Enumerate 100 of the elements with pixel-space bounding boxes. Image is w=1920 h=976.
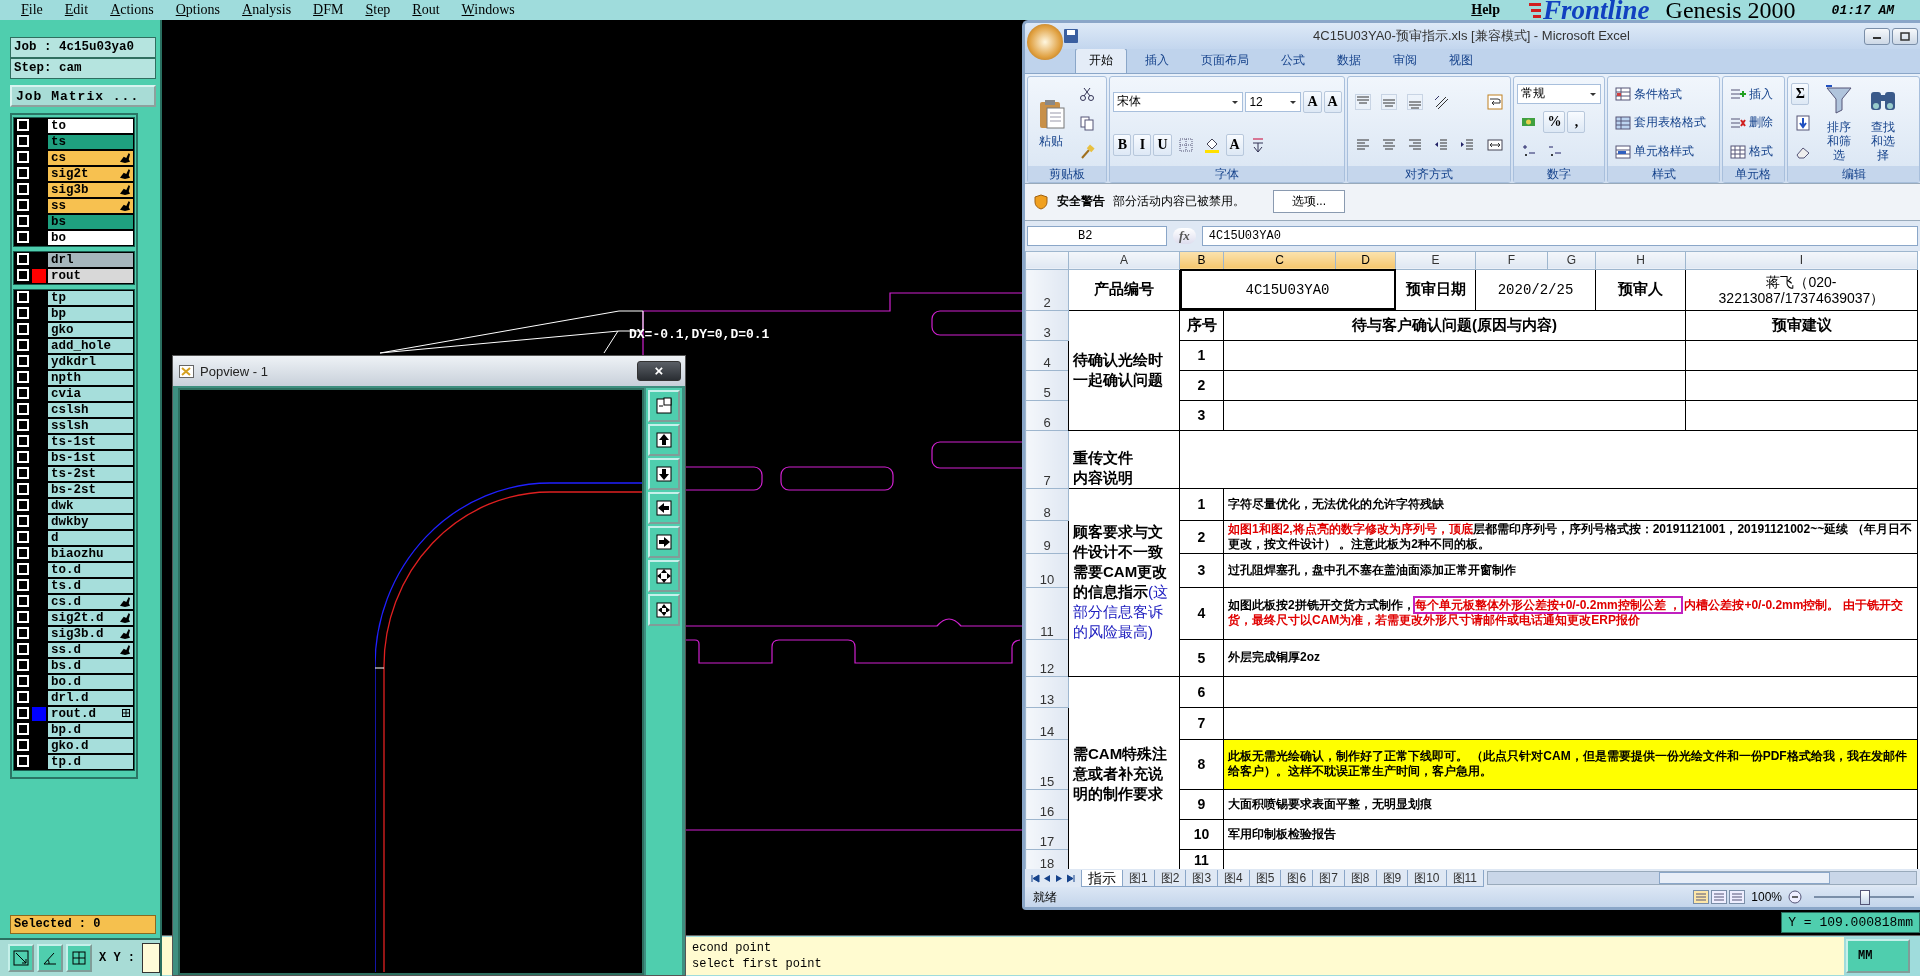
ribbon-button[interactable]: A xyxy=(1303,90,1322,113)
layer-name[interactable]: bo.d xyxy=(47,674,134,690)
row-header[interactable]: 15 xyxy=(1025,739,1069,790)
sheet-tab[interactable]: 图11 xyxy=(1445,869,1484,887)
ribbon-button[interactable]: 单元格样式 xyxy=(1611,140,1699,164)
layer-name[interactable]: cslsh xyxy=(47,402,134,418)
menu-item[interactable]: Windows xyxy=(460,2,516,18)
view-tool-button[interactable] xyxy=(648,390,680,422)
row-header[interactable]: 6 xyxy=(1025,400,1069,431)
page-break-icon[interactable] xyxy=(1729,890,1746,905)
ribbon-button[interactable]: A xyxy=(1323,90,1342,113)
layer-checkbox[interactable] xyxy=(17,627,29,639)
view-tool-button[interactable] xyxy=(648,424,680,456)
ribbon-tab[interactable]: 开始 xyxy=(1075,48,1127,73)
layer-name[interactable]: d xyxy=(47,530,134,546)
sheet-tab[interactable]: 图4 xyxy=(1217,869,1250,887)
ribbon-button[interactable]: , xyxy=(1567,111,1586,133)
layer-checkbox[interactable] xyxy=(17,451,29,463)
ribbon-button[interactable]: Σ xyxy=(1791,83,1810,106)
layer-name[interactable]: cs.d xyxy=(47,594,134,610)
layer-checkbox[interactable] xyxy=(17,499,29,511)
layer-checkbox[interactable] xyxy=(17,579,29,591)
layer-name[interactable]: to.d xyxy=(47,562,134,578)
ribbon-tab[interactable]: 页面布局 xyxy=(1187,48,1263,73)
sheet-tab[interactable]: 指示 xyxy=(1081,869,1123,887)
row-header[interactable]: 14 xyxy=(1025,707,1069,740)
row-header[interactable]: 17 xyxy=(1025,819,1069,850)
layer-name[interactable]: ts xyxy=(47,134,134,150)
layer-checkbox[interactable] xyxy=(17,387,29,399)
last-sheet-icon[interactable] xyxy=(1067,873,1076,883)
layer-checkbox[interactable] xyxy=(17,151,29,163)
dropdown-field[interactable]: 宋体 xyxy=(1113,91,1244,112)
layer-name[interactable]: cvia xyxy=(47,386,134,402)
units-button[interactable]: MM xyxy=(1846,939,1910,973)
column-header[interactable]: G xyxy=(1547,251,1596,270)
layer-checkbox[interactable] xyxy=(17,291,29,303)
layer-name[interactable]: drl xyxy=(47,252,134,268)
layer-name[interactable]: bs xyxy=(47,214,134,230)
row-header[interactable]: 10 xyxy=(1025,553,1069,588)
job-matrix-button[interactable]: Job Matrix ... xyxy=(10,85,156,107)
slider-thumb[interactable] xyxy=(1860,889,1870,905)
layer-checkbox[interactable] xyxy=(17,231,29,243)
layer-checkbox[interactable] xyxy=(17,691,29,703)
row-header[interactable]: 7 xyxy=(1025,430,1069,489)
menu-item[interactable]: Options xyxy=(174,2,222,18)
ribbon-tab[interactable]: 数据 xyxy=(1323,48,1375,73)
row-header[interactable]: 13 xyxy=(1025,676,1069,708)
menu-item[interactable]: DFM xyxy=(312,2,345,18)
ribbon-button[interactable]: 条件格式 xyxy=(1611,82,1687,106)
layer-name[interactable]: bs-1st xyxy=(47,450,134,466)
ribbon-tab[interactable]: 视图 xyxy=(1435,48,1487,73)
menu-item[interactable]: Step xyxy=(364,2,392,18)
layer-checkbox[interactable] xyxy=(17,119,29,131)
layer-name[interactable]: tp.d xyxy=(47,754,134,770)
row-header[interactable]: 3 xyxy=(1025,310,1069,341)
layer-name[interactable]: sig2t.d xyxy=(47,610,134,626)
layer-checkbox[interactable] xyxy=(17,307,29,319)
horizontal-scrollbar[interactable] xyxy=(1487,871,1917,886)
column-header[interactable]: I xyxy=(1685,251,1918,270)
row-header[interactable]: 2 xyxy=(1025,269,1069,311)
layer-checkbox[interactable] xyxy=(17,135,29,147)
row-header[interactable]: 18 xyxy=(1025,849,1069,870)
layer-checkbox[interactable] xyxy=(17,467,29,479)
layer-checkbox[interactable] xyxy=(17,215,29,227)
page-layout-icon[interactable] xyxy=(1711,890,1728,905)
layer-checkbox[interactable] xyxy=(17,339,29,351)
function-button[interactable]: fx xyxy=(1173,227,1196,244)
view-tool-button[interactable] xyxy=(648,526,680,558)
layer-name[interactable]: sig3b.d xyxy=(47,626,134,642)
layer-name[interactable]: ts-1st xyxy=(47,434,134,450)
view-tool-button[interactable] xyxy=(648,594,680,626)
ribbon-button[interactable]: 套用表格格式 xyxy=(1611,111,1711,135)
ribbon-button[interactable]: U xyxy=(1153,133,1172,156)
layer-name[interactable]: rout.d xyxy=(47,706,134,722)
menu-item[interactable]: File xyxy=(20,2,44,18)
layer-checkbox[interactable] xyxy=(17,563,29,575)
layer-name[interactable]: bp.d xyxy=(47,722,134,738)
column-header[interactable]: H xyxy=(1595,251,1686,270)
view-tool-button[interactable] xyxy=(648,458,680,490)
layer-checkbox[interactable] xyxy=(17,403,29,415)
layer-name[interactable]: biaozhu xyxy=(47,546,134,562)
layer-name[interactable]: ts.d xyxy=(47,578,134,594)
options-button[interactable]: 选项... xyxy=(1273,190,1345,214)
layer-checkbox[interactable] xyxy=(17,643,29,655)
coordinate-input[interactable] xyxy=(142,943,160,973)
ribbon-button[interactable]: A xyxy=(1225,133,1244,156)
zoom-out-icon[interactable] xyxy=(1788,890,1802,905)
layer-checkbox[interactable] xyxy=(17,355,29,367)
column-header[interactable]: F xyxy=(1475,251,1548,270)
layer-checkbox[interactable] xyxy=(17,659,29,671)
column-header[interactable]: A xyxy=(1068,251,1180,270)
ribbon-button[interactable]: 格式 xyxy=(1725,140,1777,164)
previous-sheet-icon[interactable] xyxy=(1043,873,1052,883)
first-sheet-icon[interactable] xyxy=(1031,873,1040,883)
window-button[interactable] xyxy=(1864,27,1890,45)
layer-name[interactable]: bp xyxy=(47,306,134,322)
ribbon-tab[interactable]: 公式 xyxy=(1267,48,1319,73)
ribbon-button[interactable]: 查找和选择 xyxy=(1863,80,1904,166)
layer-name[interactable]: ss.d xyxy=(47,642,134,658)
view-tool-button[interactable] xyxy=(648,492,680,524)
